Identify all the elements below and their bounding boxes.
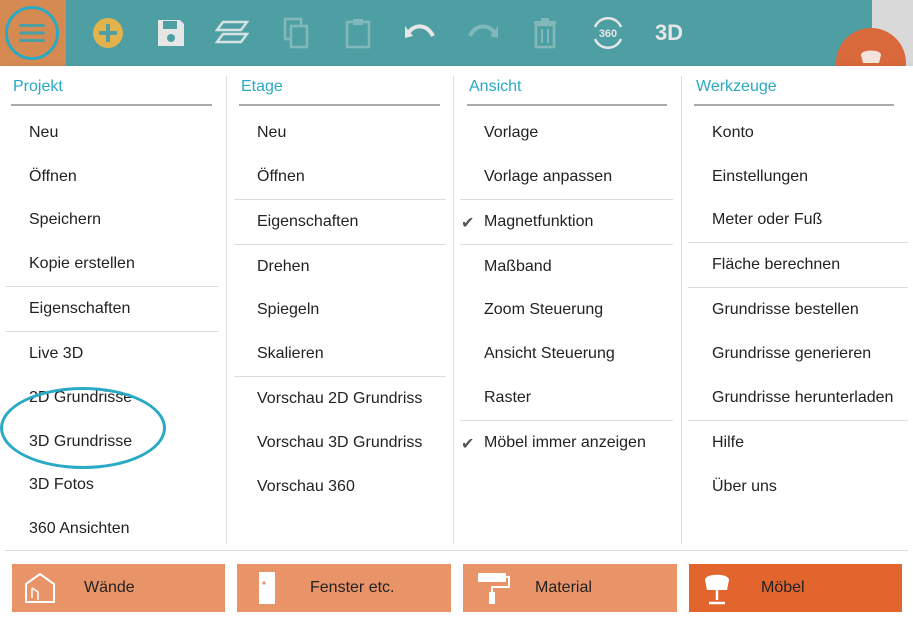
menu-item-raster[interactable]: Raster [484,389,531,407]
divider [688,242,908,243]
divider [688,287,908,288]
menu-item-spiegeln[interactable]: Spiegeln [257,301,319,319]
menu-item-magnetfunktion[interactable]: Magnetfunktion [484,213,593,231]
add-icon [93,18,123,48]
menu-item-grundrisse-generieren[interactable]: Grundrisse generieren [712,345,871,363]
menu-item-drehen[interactable]: Drehen [257,258,309,276]
paste-icon [345,19,371,49]
menu-item-oeffnen[interactable]: Öffnen [257,168,305,186]
menu-item-vorlage-anpassen[interactable]: Vorlage anpassen [484,168,612,186]
menu-item-vorschau-3d-grundriss[interactable]: Vorschau 3D Grundriss [257,434,422,452]
3d-view-button[interactable]: 3D [648,12,690,54]
menu-item-zoom-steuerung[interactable]: Zoom Steuerung [484,301,603,319]
add-button[interactable] [87,12,129,54]
menu-item-ansicht-steuerung[interactable]: Ansicht Steuerung [484,345,615,363]
menu-item-eigenschaften[interactable]: Eigenschaften [29,300,130,318]
paste-button[interactable] [337,12,379,54]
menu-item-live-3d[interactable]: Live 3D [29,345,83,363]
menu-item-meter-oder-fuss[interactable]: Meter oder Fuß [712,211,822,229]
category-fenster-label: Fenster etc. [310,579,395,596]
category-material-button[interactable]: Material [463,564,677,612]
save-button[interactable] [150,12,192,54]
house-icon [25,572,55,603]
menu-button[interactable] [5,6,59,60]
menu-item-grundrisse-herunterladen[interactable]: Grundrisse herunterladen [712,389,893,407]
copy-button[interactable] [275,12,317,54]
copy-icon [283,17,309,49]
divider [6,331,218,332]
menu-item-konto[interactable]: Konto [712,124,754,142]
column-underline [694,104,894,106]
column-title-werkzeuge: Werkzeuge [696,78,777,95]
category-waende-label: Wände [84,579,135,596]
redo-button[interactable] [462,12,504,54]
divider [234,244,446,245]
rotate-360-icon: 360 [593,17,623,49]
menu-item-kopie-erstellen[interactable]: Kopie erstellen [29,255,135,273]
divider [688,420,908,421]
category-material-label: Material [535,579,592,596]
menu-item-skalieren[interactable]: Skalieren [257,345,324,363]
divider [234,376,446,377]
main-menu-panel: Projekt Neu Öffnen Speichern Kopie erste… [0,66,913,622]
column-title-ansicht: Ansicht [469,78,522,95]
column-etage: Etage Neu Öffnen Eigenschaften Drehen Sp… [227,66,453,544]
rotate-360-label: 360 [599,28,617,40]
redo-icon [468,24,498,38]
rotate-360-button[interactable]: 360 [587,12,629,54]
menu-item-hilfe[interactable]: Hilfe [712,434,744,452]
menu-item-vorschau-360[interactable]: Vorschau 360 [257,478,355,496]
undo-icon [405,24,435,38]
menu-icon [19,24,45,42]
category-fenster-button[interactable]: Fenster etc. [237,564,451,612]
category-moebel-button[interactable]: Möbel [689,564,902,612]
delete-button[interactable] [524,12,566,54]
menu-item-flaeche-berechnen[interactable]: Fläche berechnen [712,256,840,274]
divider [234,199,446,200]
chair-icon [705,574,729,605]
category-waende-button[interactable]: Wände [12,564,225,612]
layers-button[interactable] [211,12,253,54]
divider [460,199,673,200]
menu-item-360-ansichten[interactable]: 360 Ansichten [29,520,130,538]
column-ansicht: Ansicht Vorlage Vorlage anpassen ✔ Magne… [454,66,680,544]
menu-item-neu[interactable]: Neu [29,124,58,142]
toolbar: 360 3D [0,0,913,66]
door-icon [259,572,275,604]
column-werkzeuge: Werkzeuge Konto Einstellungen Meter oder… [682,66,913,544]
delete-icon [534,18,556,49]
menu-item-grundrisse-bestellen[interactable]: Grundrisse bestellen [712,301,859,319]
column-underline [239,104,440,106]
menu-item-speichern[interactable]: Speichern [29,211,101,229]
paint-roller-icon [478,573,510,604]
menu-item-moebel-immer-anzeigen[interactable]: Möbel immer anzeigen [484,434,646,452]
menu-item-ueber-uns[interactable]: Über uns [712,478,777,496]
menu-item-eigenschaften[interactable]: Eigenschaften [257,213,358,231]
menu-item-2d-grundrisse[interactable]: 2D Grundrisse [29,389,132,407]
column-projekt: Projekt Neu Öffnen Speichern Kopie erste… [0,66,226,544]
menu-item-3d-grundrisse[interactable]: 3D Grundrisse [29,433,132,451]
divider [460,244,673,245]
3d-view-icon: 3D [654,20,684,45]
menu-item-massband[interactable]: Maßband [484,258,552,276]
bottom-divider [5,550,908,551]
undo-button[interactable] [399,12,441,54]
check-icon: ✔ [461,215,475,232]
category-moebel-label: Möbel [761,579,805,596]
column-title-etage: Etage [241,78,283,95]
check-icon: ✔ [461,436,475,453]
menu-item-oeffnen[interactable]: Öffnen [29,168,77,186]
menu-item-einstellungen[interactable]: Einstellungen [712,168,808,186]
menu-item-vorschau-2d-grundriss[interactable]: Vorschau 2D Grundriss [257,390,422,408]
divider [460,420,673,421]
column-underline [11,104,212,106]
column-underline [467,104,667,106]
menu-item-neu[interactable]: Neu [257,124,286,142]
column-title-projekt: Projekt [13,78,63,95]
save-icon [158,20,184,46]
divider [6,286,218,287]
layers-icon [215,20,249,44]
menu-item-vorlage[interactable]: Vorlage [484,124,538,142]
menu-item-3d-fotos[interactable]: 3D Fotos [29,476,94,494]
